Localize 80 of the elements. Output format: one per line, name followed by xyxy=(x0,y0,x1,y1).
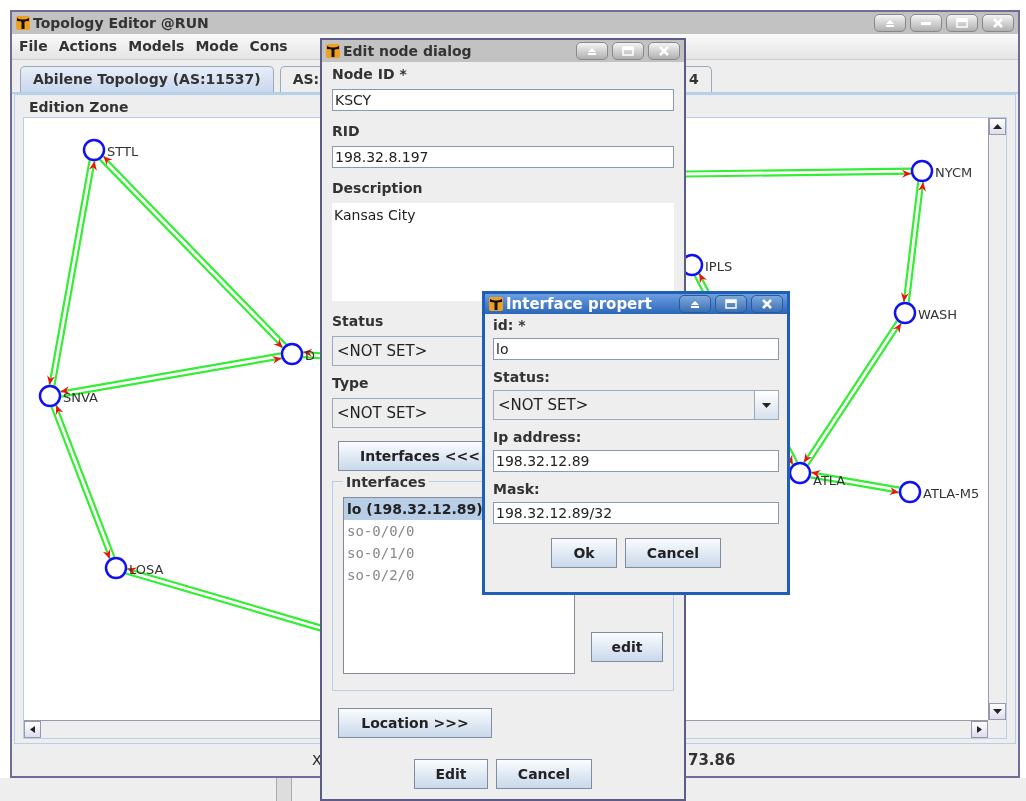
caret-right-icon xyxy=(975,726,984,733)
maximize-button[interactable] xyxy=(715,295,747,313)
node-circle xyxy=(898,480,922,504)
menu-item[interactable]: Actions xyxy=(51,36,122,57)
node-label: NYCM xyxy=(935,165,973,180)
edit-button[interactable]: Edit xyxy=(414,759,488,789)
field-label: Status xyxy=(332,312,384,331)
node-circle xyxy=(38,384,62,408)
vertical-scrollbar[interactable] xyxy=(988,118,1006,720)
tab[interactable]: Abilene Topology (AS:11537) xyxy=(20,66,274,92)
close-button[interactable] xyxy=(648,42,680,60)
node-circle xyxy=(910,159,934,183)
node-label: WASH xyxy=(918,307,958,322)
field-label: Mask: xyxy=(493,480,540,498)
splitter-handle[interactable] xyxy=(276,778,292,801)
shade-button[interactable] xyxy=(679,295,711,313)
menu-item[interactable]: File xyxy=(12,36,52,57)
maximize-button[interactable] xyxy=(946,14,978,32)
location-button[interactable]: Location >>> xyxy=(338,708,492,738)
eject-icon xyxy=(585,46,599,56)
shade-button[interactable] xyxy=(874,14,906,32)
node-circle xyxy=(788,461,812,485)
node-label: STTL xyxy=(107,144,139,159)
node-label: SNVA xyxy=(63,390,98,405)
caret-down-icon xyxy=(993,708,1002,715)
field-label: Node ID * xyxy=(332,65,407,84)
menu-item[interactable]: Cons xyxy=(242,36,292,57)
eject-icon xyxy=(883,18,897,28)
app-icon xyxy=(16,16,30,30)
node-label: IPLS xyxy=(705,259,733,274)
input-field[interactable]: 198.32.12.89/32 xyxy=(493,502,779,524)
window-title: Topology Editor @RUN xyxy=(33,13,210,33)
minimize-button[interactable] xyxy=(910,14,942,32)
close-button[interactable] xyxy=(751,295,783,313)
maximize-icon xyxy=(724,299,738,309)
scroll-left-button[interactable] xyxy=(24,721,41,738)
field-label: id: * xyxy=(493,316,526,334)
close-button[interactable] xyxy=(982,14,1014,32)
input-field[interactable]: lo xyxy=(493,338,779,360)
shade-button[interactable] xyxy=(576,42,608,60)
maximize-icon xyxy=(621,46,635,56)
caret-left-icon xyxy=(28,726,37,733)
caret-down-icon xyxy=(762,401,771,409)
maximize-button[interactable] xyxy=(612,42,644,60)
eject-icon xyxy=(688,299,702,309)
scroll-right-button[interactable] xyxy=(971,721,988,738)
cancel-button[interactable]: Cancel xyxy=(496,759,592,789)
node-circle xyxy=(280,342,304,366)
node-circle xyxy=(104,556,128,580)
app-icon xyxy=(489,297,503,311)
field-label: Ip address: xyxy=(493,428,582,446)
field-label: Type xyxy=(332,374,369,393)
window-title: Edit node dialog xyxy=(343,41,473,61)
app-icon xyxy=(326,44,340,58)
scroll-down-button[interactable] xyxy=(989,703,1006,720)
input-field[interactable]: 198.32.12.89 xyxy=(493,450,779,472)
field-label: RID xyxy=(332,122,360,141)
node-label: ATLA-M5 xyxy=(923,486,980,501)
maximize-icon xyxy=(955,18,969,28)
node-circle xyxy=(893,301,917,325)
node-circle xyxy=(82,138,106,162)
field-label: Status: xyxy=(493,368,550,386)
close-icon xyxy=(760,299,774,309)
scroll-up-button[interactable] xyxy=(989,118,1006,135)
field-label: Description xyxy=(332,179,423,198)
cancel-button[interactable]: Cancel xyxy=(625,538,721,568)
menu-item[interactable]: Mode xyxy=(188,36,243,57)
menu-item[interactable]: Models xyxy=(121,36,189,57)
input-field[interactable]: 198.32.8.197 xyxy=(332,146,674,168)
close-icon xyxy=(657,46,671,56)
dropdown[interactable]: <NOT SET> xyxy=(493,390,779,420)
input-field[interactable]: KSCY xyxy=(332,89,674,111)
caret-up-icon xyxy=(993,123,1002,130)
status-text: 73.86 xyxy=(688,749,736,771)
ok-button[interactable]: Ok xyxy=(551,538,617,568)
close-icon xyxy=(991,18,1005,28)
node-label: D xyxy=(305,348,315,363)
edit-button[interactable]: edit xyxy=(591,632,663,662)
node-label: LOSA xyxy=(129,562,164,577)
group-title: Edition Zone xyxy=(29,99,129,115)
